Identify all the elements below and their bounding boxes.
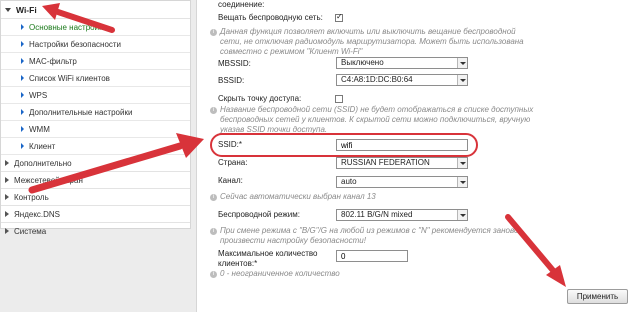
hide-ap-checkbox[interactable] bbox=[335, 95, 343, 103]
bullet-icon bbox=[21, 109, 24, 115]
select-value: C4:A8:1D:DC:B0:64 bbox=[341, 75, 413, 84]
sidebar-item-label: Система bbox=[14, 226, 47, 236]
chevron-down-icon bbox=[457, 177, 467, 187]
sidebar-subitem-advanced[interactable]: Дополнительные настройки bbox=[1, 104, 190, 121]
sidebar-subitem-security[interactable]: Настройки безопасности bbox=[1, 36, 190, 53]
chevron-right-icon bbox=[5, 160, 9, 166]
chevron-down-icon bbox=[5, 7, 11, 12]
info-icon: i bbox=[210, 29, 217, 36]
sidebar-item-label: Контроль bbox=[14, 192, 49, 202]
bullet-icon bbox=[21, 41, 24, 47]
select-value: Выключено bbox=[341, 58, 384, 67]
sidebar-item-label: WMM bbox=[29, 124, 50, 134]
hide-ap-label: Скрыть точку доступа: bbox=[218, 94, 302, 103]
chevron-down-icon bbox=[457, 75, 467, 85]
wireless-mode-select[interactable]: 802.11 B/G/N mixed bbox=[336, 209, 468, 221]
country-select[interactable]: RUSSIAN FEDERATION bbox=[336, 157, 468, 169]
chevron-down-icon bbox=[457, 58, 467, 68]
info-icon: i bbox=[210, 271, 217, 278]
connection-label: соединение: bbox=[218, 0, 265, 9]
sidebar-item-additional[interactable]: Дополнительно bbox=[1, 155, 190, 172]
wireless-mode-label: Беспроводной режим: bbox=[218, 210, 300, 219]
select-value: 802.11 B/G/N mixed bbox=[341, 210, 413, 219]
max-clients-input[interactable] bbox=[336, 250, 408, 262]
sidebar-item-label: Список WiFi клиентов bbox=[29, 73, 110, 83]
apply-button[interactable]: Применить bbox=[567, 289, 628, 304]
select-value: auto bbox=[341, 177, 357, 186]
broadcast-hint: i Данная функция позволяет включить или в… bbox=[210, 27, 524, 57]
sidebar-item-label: Дополнительные настройки bbox=[29, 107, 133, 117]
bssid-label: BSSID: bbox=[218, 76, 245, 85]
sidebar-subitem-wifi-clients[interactable]: Список WiFi клиентов bbox=[1, 70, 190, 87]
chevron-right-icon bbox=[5, 177, 9, 183]
sidebar-item-label: Межсетевой экран bbox=[14, 175, 83, 185]
sidebar-subitem-mac-filter[interactable]: MAC-фильтр bbox=[1, 53, 190, 70]
hint-line: произвести настройку безопасности! bbox=[220, 236, 366, 245]
mbssid-label: MBSSID: bbox=[218, 59, 251, 68]
sidebar-item-label: Яндекс.DNS bbox=[14, 209, 61, 219]
bullet-icon bbox=[21, 143, 24, 149]
sidebar-item-wifi[interactable]: Wi-Fi bbox=[1, 1, 190, 19]
hint-line: Сейчас автоматически выбран канал 13 bbox=[220, 192, 376, 201]
wireless-mode-hint: i При смене режима с "B/G"/G на любой из … bbox=[210, 226, 518, 246]
chevron-right-icon bbox=[5, 194, 9, 200]
wifi-settings-form: соединение: Вещать беспроводную сеть: iД… bbox=[196, 0, 640, 312]
max-clients-hint: i0 - неограниченное количество bbox=[210, 269, 340, 279]
bullet-icon bbox=[21, 58, 24, 64]
sidebar-item-label: Дополнительно bbox=[14, 158, 72, 168]
broadcast-label: Вещать беспроводную сеть: bbox=[218, 13, 323, 22]
sidebar-subitem-wmm[interactable]: WMM bbox=[1, 121, 190, 138]
country-label: Страна: bbox=[218, 158, 248, 167]
sidebar-subitem-basic-settings[interactable]: Основные настройки bbox=[1, 19, 190, 36]
bullet-icon bbox=[21, 75, 24, 81]
hint-line: 0 - неограниченное количество bbox=[220, 269, 340, 278]
channel-label: Канал: bbox=[218, 176, 243, 185]
chevron-down-icon bbox=[457, 210, 467, 220]
bullet-icon bbox=[21, 92, 24, 98]
sidebar-item-system[interactable]: Система bbox=[1, 223, 190, 239]
sidebar-item-label: Wi-Fi bbox=[16, 4, 37, 15]
sidebar-item-label: Настройки безопасности bbox=[29, 39, 122, 49]
sidebar-item-control[interactable]: Контроль bbox=[1, 189, 190, 206]
hint-line: совместно с режимом "Клиент Wi-Fi" bbox=[220, 47, 363, 56]
sidebar-item-label: MAC-фильтр bbox=[29, 56, 77, 66]
sidebar-item-label: Клиент bbox=[29, 141, 56, 151]
select-value: RUSSIAN FEDERATION bbox=[341, 158, 430, 167]
bullet-icon bbox=[21, 24, 24, 30]
sidebar-item-label: WPS bbox=[29, 90, 48, 100]
chevron-down-icon bbox=[457, 158, 467, 168]
channel-select[interactable]: auto bbox=[336, 176, 468, 188]
bssid-select[interactable]: C4:A8:1D:DC:B0:64 bbox=[336, 74, 468, 86]
hint-line: Название беспроводной сети (SSID) не буд… bbox=[220, 105, 534, 114]
hint-line: Данная функция позволяет включить или вы… bbox=[220, 27, 516, 36]
info-icon: i bbox=[210, 107, 217, 114]
sidebar-nav: Wi-Fi Основные настройки Настройки безоп… bbox=[0, 0, 191, 236]
sidebar-subitem-client[interactable]: Клиент bbox=[1, 138, 190, 155]
info-icon: i bbox=[210, 194, 217, 201]
bullet-icon bbox=[21, 126, 24, 132]
channel-hint: i Сейчас автоматически выбран канал 13 bbox=[210, 192, 376, 202]
ssid-highlight-annotation bbox=[210, 133, 478, 157]
label-line: Максимальное количество bbox=[218, 249, 318, 258]
hint-line: При смене режима с "B/G"/G на любой из р… bbox=[220, 226, 519, 235]
sidebar-item-yandex-dns[interactable]: Яндекс.DNS bbox=[1, 206, 190, 223]
sidebar-item-label: Основные настройки bbox=[29, 22, 108, 32]
max-clients-label: Максимальное количество клиентов:* bbox=[218, 249, 317, 269]
mbssid-select[interactable]: Выключено bbox=[336, 57, 468, 69]
hide-ap-hint: i Название беспроводной сети (SSID) не бу… bbox=[210, 105, 533, 135]
broadcast-checkbox[interactable] bbox=[335, 12, 343, 22]
sidebar-item-firewall[interactable]: Межсетевой экран bbox=[1, 172, 190, 189]
hint-line: беспроводных сетей у клиентов. К скрытой… bbox=[220, 115, 531, 124]
info-icon: i bbox=[210, 228, 217, 235]
chevron-right-icon bbox=[5, 211, 9, 217]
sidebar-subitem-wps[interactable]: WPS bbox=[1, 87, 190, 104]
hint-line: сети, не отключая радиомодуль маршрутиза… bbox=[220, 37, 524, 46]
label-line: клиентов:* bbox=[218, 259, 258, 268]
chevron-right-icon bbox=[5, 228, 9, 234]
